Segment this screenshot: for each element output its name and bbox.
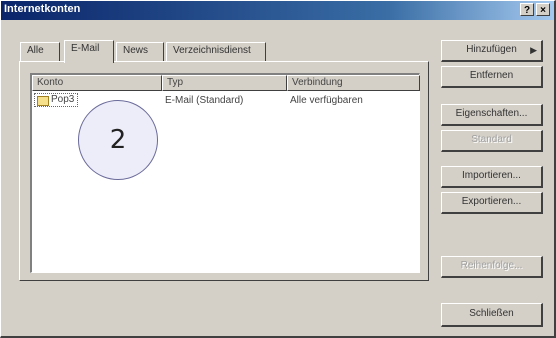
close-window-button[interactable]: × (536, 3, 550, 16)
remove-button[interactable]: Entfernen (441, 66, 543, 88)
title-bar: Internetkonten ? × (0, 0, 556, 20)
list-item-account[interactable]: Pop3 (34, 93, 79, 107)
accounts-list[interactable]: Konto Typ Verbindung Pop3 E-Mail (Standa… (30, 73, 420, 273)
step-callout: 2 (78, 100, 158, 180)
account-name: Pop3 (51, 94, 75, 105)
import-button[interactable]: Importieren... (441, 166, 543, 188)
export-button[interactable]: Exportieren... (441, 192, 543, 214)
tab-alle[interactable]: Alle (20, 42, 60, 61)
add-button-label: Hinzufügen (466, 44, 517, 55)
account-type: E-Mail (Standard) (165, 95, 244, 106)
tab-email[interactable]: E-Mail (64, 40, 114, 63)
tab-verzeichnisdienst[interactable]: Verzeichnisdienst (166, 42, 266, 61)
column-header-konto[interactable]: Konto (32, 75, 162, 91)
submenu-arrow-icon: ▶ (530, 45, 537, 55)
window-title: Internetkonten (4, 3, 81, 15)
close-button[interactable]: Schließen (441, 303, 543, 327)
column-header-verbindung[interactable]: Verbindung (287, 75, 420, 91)
tab-news[interactable]: News (116, 42, 164, 61)
set-default-button[interactable]: Standard (441, 130, 543, 152)
column-header-typ[interactable]: Typ (162, 75, 287, 91)
order-button[interactable]: Reihenfolge... (441, 256, 543, 278)
help-button[interactable]: ? (520, 3, 534, 16)
internet-accounts-window: Internetkonten ? × Alle E-Mail News Verz… (0, 0, 556, 338)
account-connection: Alle verfügbaren (290, 95, 363, 106)
add-button[interactable]: Hinzufügen ▶ (441, 40, 543, 62)
properties-button[interactable]: Eigenschaften... (441, 104, 543, 126)
mail-account-icon (37, 96, 49, 106)
